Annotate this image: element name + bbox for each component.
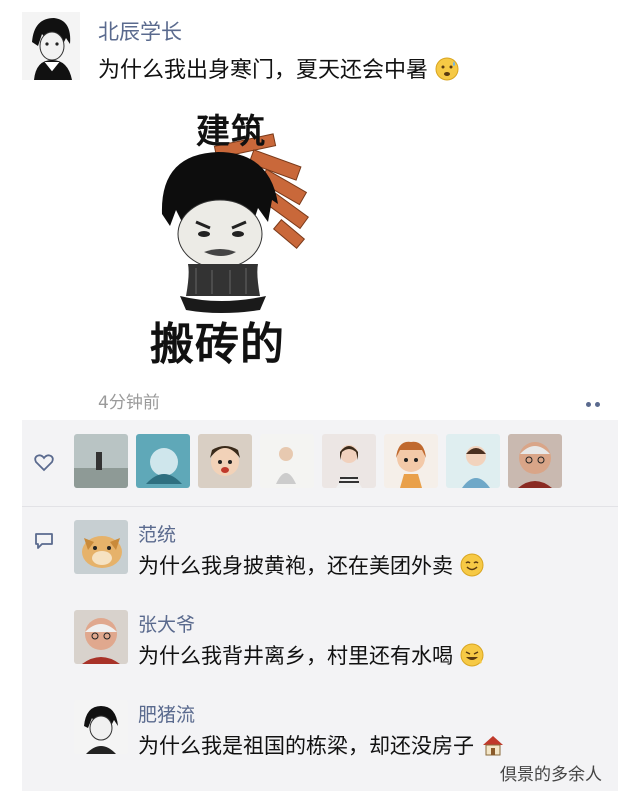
comment-author[interactable]: 范统 (138, 520, 176, 547)
grinning-face-icon (460, 643, 484, 667)
comment-author[interactable]: 肥猪流 (138, 700, 195, 727)
liker-avatar[interactable] (260, 434, 314, 488)
heart-outline-icon (34, 454, 54, 472)
comment-avatar[interactable] (74, 520, 128, 574)
smiling-face-icon (460, 553, 484, 577)
poster-avatar[interactable] (22, 12, 80, 80)
sweating-face-icon (435, 57, 459, 81)
liker-avatar[interactable] (508, 434, 562, 488)
liker-avatar[interactable] (384, 434, 438, 488)
comment-bubble-icon (34, 532, 54, 550)
comment-avatar[interactable] (74, 610, 128, 664)
house-icon (481, 733, 505, 757)
comment-text: 为什么我背井离乡，村里还有水喝 (138, 640, 484, 670)
liker-avatar[interactable] (322, 434, 376, 488)
liker-avatar[interactable] (136, 434, 190, 488)
comment-text-content: 为什么我背井离乡，村里还有水喝 (138, 644, 453, 668)
interaction-panel: 范统 为什么我身披黄袍，还在美团外卖 张大爷 为什么我背井离乡，村里还有水喝 肥… (22, 420, 618, 791)
moments-post: 北辰学长 为什么我出身寒门，夏天还会中暑 建筑 搬砖的 4分钟前 范统 为什么我… (0, 0, 640, 791)
comment-avatar[interactable] (74, 700, 128, 754)
liker-avatar[interactable] (198, 434, 252, 488)
divider (22, 506, 618, 507)
more-dots-icon[interactable] (586, 392, 610, 407)
meme-bottom-text: 搬砖的 (150, 319, 285, 370)
post-text-content: 为什么我出身寒门，夏天还会中暑 (98, 58, 429, 83)
post-text: 为什么我出身寒门，夏天还会中暑 (98, 52, 459, 84)
comment-author[interactable]: 张大爷 (138, 610, 195, 637)
comment-text-content: 为什么我是祖国的栋梁，却还没房子 (138, 734, 474, 758)
comment-text: 为什么我是祖国的栋梁，却还没房子 (138, 730, 505, 760)
post-timestamp: 4分钟前 (98, 393, 160, 413)
liker-avatar[interactable] (446, 434, 500, 488)
comment-text-content: 为什么我身披黄袍，还在美团外卖 (138, 554, 453, 578)
liker-avatar[interactable] (74, 434, 128, 488)
poster-name[interactable]: 北辰学长 (98, 16, 182, 46)
meme-top-text: 建筑 (196, 112, 266, 152)
watermark: 倶景的多余人 (500, 765, 602, 785)
comment-text: 为什么我身披黄袍，还在美团外卖 (138, 550, 484, 580)
